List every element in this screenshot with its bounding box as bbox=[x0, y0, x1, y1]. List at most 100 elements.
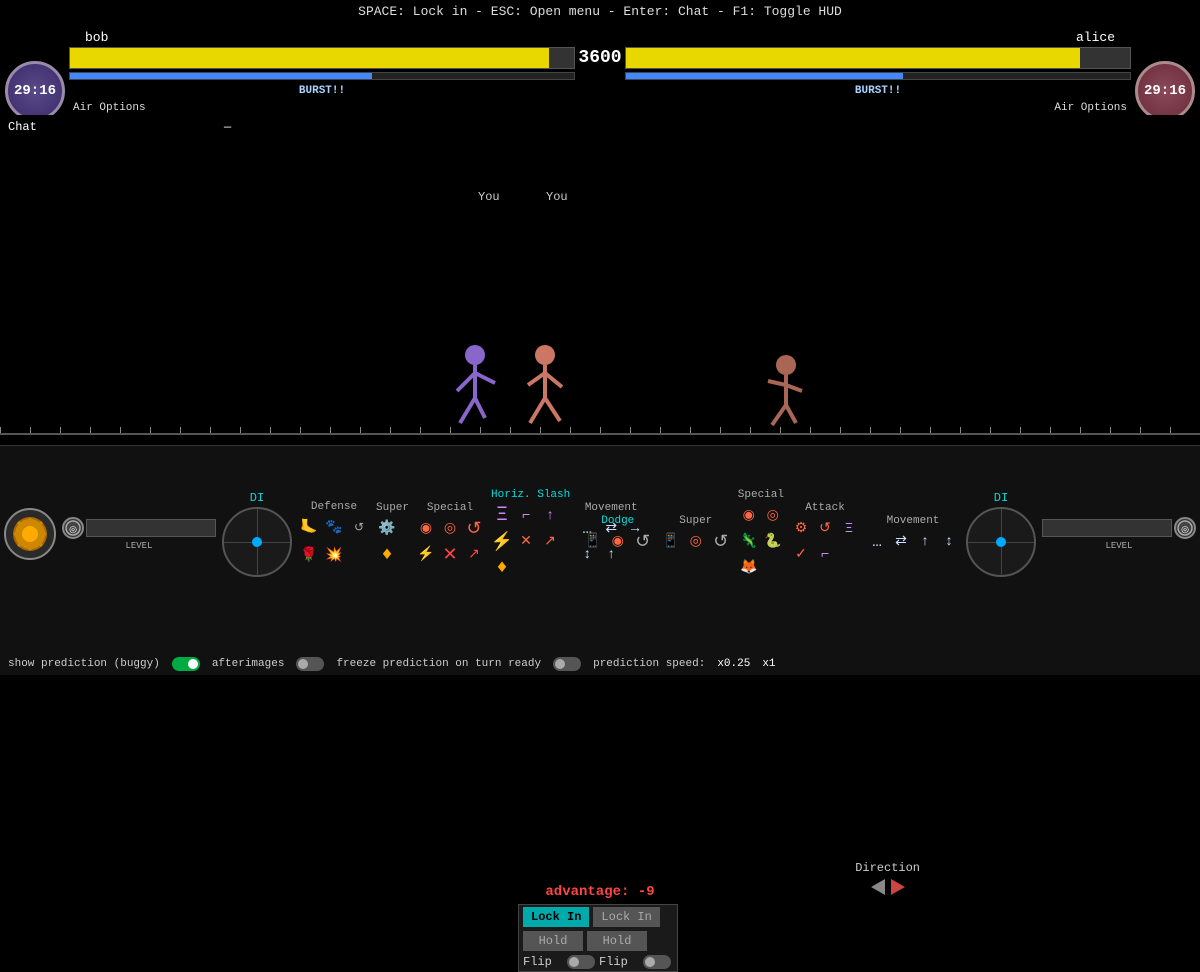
di-label-left: DI bbox=[250, 491, 264, 505]
super-r-icon-1[interactable]: 📱 bbox=[660, 531, 682, 553]
hz-icon-6[interactable]: ↗ bbox=[539, 531, 561, 553]
super-icons-2: ♦ bbox=[376, 544, 409, 566]
score-center: 3600 bbox=[578, 48, 621, 68]
sp-r-icon-3[interactable]: 🦎 bbox=[738, 531, 760, 553]
super-icon-2[interactable]: ♦ bbox=[376, 544, 398, 566]
direction-arrows bbox=[871, 879, 905, 895]
mv-r-icon-3[interactable]: ↑ bbox=[914, 531, 936, 553]
super-icon-1[interactable]: ⚙️ bbox=[376, 518, 398, 540]
bottom-panel: ◎ LEVEL DI De bbox=[0, 445, 1200, 675]
afterimages-toggle[interactable] bbox=[296, 657, 324, 671]
defense-icons-2: 🌹 💥 bbox=[298, 545, 370, 567]
horiz-icons-3: ♦ bbox=[491, 557, 570, 579]
sp-icon-5[interactable]: ✕ bbox=[439, 544, 461, 566]
mv-r-icon-1[interactable]: … bbox=[866, 531, 888, 553]
right-controls: ◎ LEVEL DI Mo bbox=[578, 446, 1200, 621]
defense-icon-1[interactable]: 🦶 bbox=[298, 517, 320, 539]
sp-icon-3[interactable]: ↺ bbox=[463, 518, 485, 540]
atk-icon-2[interactable]: ↺ bbox=[814, 518, 836, 540]
burst-label-left: BURST!! bbox=[69, 85, 575, 97]
mv-r-icon-4[interactable]: ↕ bbox=[938, 531, 960, 553]
chat-dash: — bbox=[224, 120, 231, 134]
lock-in-button-active[interactable]: Lock In bbox=[523, 907, 589, 927]
hz-icon-2[interactable]: ⌐ bbox=[515, 505, 537, 527]
dodge-icon-2[interactable]: ◉ bbox=[607, 531, 629, 553]
flip-toggle-right[interactable] bbox=[643, 955, 671, 969]
char-bob bbox=[455, 343, 515, 433]
speed-x025[interactable]: x0.25 bbox=[717, 658, 750, 670]
player-name-right: alice bbox=[625, 30, 1115, 45]
sp-icon-4[interactable]: ⚡ bbox=[415, 544, 437, 566]
sp-icon-6[interactable]: ↗ bbox=[463, 544, 485, 566]
atk-icon-3[interactable]: Ξ bbox=[838, 518, 860, 540]
dodge-icon-3[interactable]: ↺ bbox=[632, 531, 654, 553]
sp-r-icon-4[interactable]: 🐍 bbox=[762, 531, 784, 553]
flip-row: Flip Flip bbox=[519, 953, 677, 971]
player-name-left: bob bbox=[85, 30, 575, 45]
defense-red-1[interactable]: 🌹 bbox=[298, 545, 320, 567]
defense-label: Defense bbox=[298, 501, 370, 513]
level-icon-right[interactable]: ◎ bbox=[1174, 517, 1196, 539]
sp-r-icon-2[interactable]: ◎ bbox=[762, 505, 784, 527]
level-label-right: LEVEL bbox=[1105, 541, 1132, 551]
defense-icon-2[interactable]: 🐾 bbox=[323, 517, 345, 539]
gear-icon-circle[interactable] bbox=[4, 508, 56, 560]
level-icon-left[interactable]: ◎ bbox=[62, 517, 84, 539]
sp-r-icon-1[interactable]: ◉ bbox=[738, 505, 760, 527]
hold-row: Hold Hold bbox=[519, 929, 677, 953]
hz-icon-5[interactable]: ✕ bbox=[515, 531, 537, 553]
level-bar-left bbox=[86, 519, 216, 537]
show-prediction-toggle[interactable] bbox=[172, 657, 200, 671]
defense-icon-3[interactable]: ↺ bbox=[348, 517, 370, 539]
di-circle-right[interactable] bbox=[966, 507, 1036, 577]
action-popup: Lock In Lock In Hold Hold Flip Flip bbox=[518, 904, 678, 972]
direction-arrow-left[interactable] bbox=[871, 879, 885, 895]
sp-icon-2[interactable]: ◎ bbox=[439, 518, 461, 540]
mv-r-icon-2[interactable]: ⇄ bbox=[890, 531, 912, 553]
di-circle-left[interactable] bbox=[222, 507, 292, 577]
super-label-left: Super bbox=[376, 502, 409, 514]
level-icon-symbol-right: ◎ bbox=[1177, 520, 1193, 536]
sp-r-icon-5[interactable]: 🦊 bbox=[738, 557, 760, 579]
you-label-1: You bbox=[478, 190, 500, 204]
freeze-toggle[interactable] bbox=[553, 657, 581, 671]
attack-icons-right-2: ✓ ⌐ bbox=[790, 544, 860, 566]
lock-in-button-inactive[interactable]: Lock In bbox=[593, 907, 659, 927]
health-fill-left bbox=[70, 48, 549, 68]
sp-icon-1[interactable]: ◉ bbox=[415, 518, 437, 540]
flip-toggle-left[interactable] bbox=[567, 955, 595, 969]
speed-x1[interactable]: x1 bbox=[762, 658, 775, 670]
game-area: Chat — You You bbox=[0, 115, 1200, 445]
direction-arrow-right[interactable] bbox=[891, 879, 905, 895]
char-enemy bbox=[758, 353, 813, 433]
hz-icon-4[interactable]: ⚡ bbox=[491, 531, 513, 553]
gear-icon bbox=[11, 515, 49, 553]
health-bar-right bbox=[625, 47, 1131, 69]
hz-icon-3[interactable]: ↑ bbox=[539, 505, 561, 527]
freeze-knob bbox=[555, 659, 565, 669]
flip-label-left: Flip bbox=[523, 955, 563, 969]
hud-top: SPACE: Lock in - ESC: Open menu - Enter:… bbox=[0, 0, 1200, 115]
direction-label-text: Direction bbox=[855, 861, 920, 875]
hold-button-right[interactable]: Hold bbox=[587, 931, 647, 951]
ground-line bbox=[0, 433, 1200, 435]
hz-icon-7[interactable]: ♦ bbox=[491, 557, 513, 579]
hz-icon-1[interactable]: Ξ bbox=[491, 505, 513, 527]
special-icons-left: ◉ ◎ ↺ bbox=[415, 518, 485, 540]
atk-icon-1[interactable]: ⚙ bbox=[790, 518, 812, 540]
atk-icon-4[interactable]: ✓ bbox=[790, 544, 812, 566]
di-section-right: DI bbox=[966, 491, 1036, 577]
super-r-icon-2[interactable]: ◎ bbox=[685, 531, 707, 553]
air-options-right: Air Options bbox=[625, 102, 1127, 114]
attack-section-right: Attack ⚙ ↺ Ξ ✓ ⌐ bbox=[790, 502, 860, 566]
burst-fill-left bbox=[70, 73, 372, 79]
movement-label-right: Movement bbox=[866, 515, 960, 527]
defense-red-2[interactable]: 💥 bbox=[323, 545, 345, 567]
super-r-icon-3[interactable]: ↺ bbox=[710, 531, 732, 553]
atk-icon-5[interactable]: ⌐ bbox=[814, 544, 836, 566]
dodge-section: Dodge 📱 ◉ ↺ bbox=[582, 515, 654, 553]
burst-fill-right bbox=[626, 73, 903, 79]
hold-button-left[interactable]: Hold bbox=[523, 931, 583, 951]
super-section-left: Super ⚙️ ♦ bbox=[376, 502, 409, 566]
dodge-icon-1[interactable]: 📱 bbox=[582, 531, 604, 553]
